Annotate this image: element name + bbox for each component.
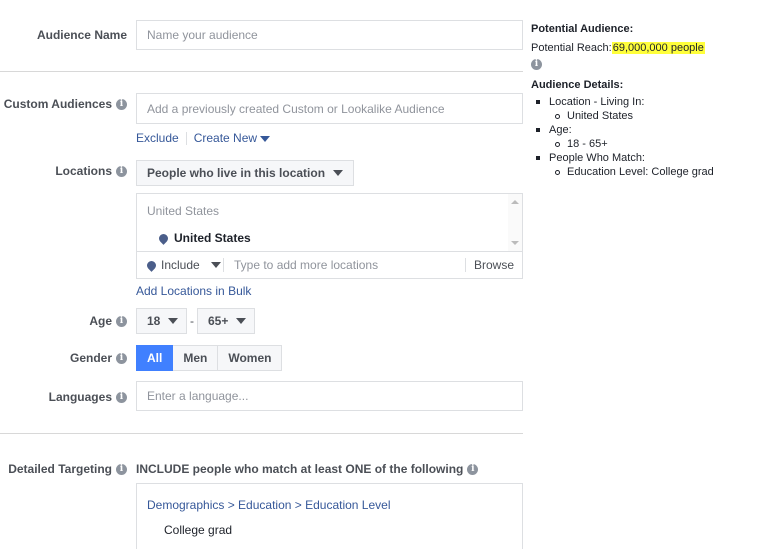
locations-box: United States United States Include Type… [136, 193, 523, 279]
location-pin-icon [145, 258, 158, 272]
location-search-input[interactable]: Type to add more locations [224, 258, 465, 272]
gender-selector: All Men Women [136, 345, 283, 371]
custom-audiences-input[interactable]: Add a previously created Custom or Looka… [136, 93, 523, 124]
detail-value: United States [531, 109, 761, 123]
include-dropdown[interactable]: Include [137, 258, 223, 272]
gender-women-button[interactable]: Women [218, 345, 283, 371]
languages-label: Languages i [49, 390, 127, 404]
info-icon[interactable]: i [116, 165, 127, 177]
audience-editor: Audience Name Name your audience Custom … [0, 0, 765, 549]
detail-value: 18 - 65+ [531, 137, 761, 151]
info-icon[interactable]: i [116, 315, 127, 327]
add-locations-bulk-link[interactable]: Add Locations in Bulk [136, 284, 251, 298]
detailed-targeting-box: Demographics > Education > Education Lev… [136, 483, 523, 549]
info-icon[interactable]: i [116, 98, 127, 110]
age-max-dropdown[interactable]: 65+ [197, 308, 255, 334]
reach-label: Potential Reach: [531, 42, 612, 54]
divider [0, 433, 523, 434]
scroll-down-icon[interactable] [511, 241, 519, 245]
gender-men-button[interactable]: Men [173, 345, 219, 371]
reach-value: 69,000,000 people [611, 42, 705, 54]
chevron-down-icon [210, 262, 221, 268]
age-separator: - [190, 314, 194, 328]
gender-label: Gender i [70, 351, 127, 365]
targeting-item[interactable]: College grad [164, 523, 232, 537]
chevron-down-icon [260, 135, 271, 142]
custom-audiences-label: Custom Audiences i [4, 97, 127, 111]
chevron-down-icon [333, 170, 344, 176]
location-pin-icon [157, 231, 170, 245]
scrollbar[interactable] [508, 194, 522, 251]
audience-summary-panel: Potential Audience: Potential Reach: 69,… [531, 23, 761, 179]
exclude-link[interactable]: Exclude [136, 131, 179, 145]
potential-audience-title: Potential Audience: [531, 23, 634, 35]
chevron-down-icon [236, 318, 247, 324]
languages-input[interactable]: Enter a language... [136, 381, 523, 411]
audience-name-input[interactable]: Name your audience [136, 20, 523, 50]
info-icon[interactable]: i [531, 59, 542, 70]
info-icon[interactable]: i [116, 463, 127, 475]
create-new-dropdown[interactable]: Create New [194, 131, 271, 145]
selected-location[interactable]: United States [157, 231, 251, 245]
targeting-breadcrumb[interactable]: Demographics > Education > Education Lev… [147, 498, 391, 512]
audience-details-list: Location - Living In: United States Age:… [531, 95, 761, 179]
age-min-dropdown[interactable]: 18 [136, 308, 187, 334]
detailed-targeting-label: Detailed Targeting i [8, 462, 127, 476]
detail-label: Age: [531, 123, 761, 137]
age-label: Age i [89, 314, 127, 328]
detail-label: People Who Match: [531, 151, 761, 165]
locations-label: Locations i [55, 164, 127, 178]
detail-value: Education Level: College grad [531, 165, 761, 179]
detailed-targeting-header: INCLUDE people who match at least ONE of… [136, 462, 479, 476]
audience-details-title: Audience Details: [531, 79, 624, 91]
location-type-dropdown[interactable]: People who live in this location [136, 160, 355, 186]
divider [0, 71, 523, 72]
location-group-header: United States [147, 204, 220, 218]
gender-all-button[interactable]: All [136, 345, 174, 371]
info-icon[interactable]: i [116, 391, 127, 403]
separator [185, 131, 187, 145]
potential-reach: Potential Reach: 69,000,000 people [531, 42, 761, 54]
info-icon[interactable]: i [467, 463, 479, 475]
browse-button[interactable]: Browse [464, 258, 522, 272]
info-icon[interactable]: i [116, 352, 127, 364]
chevron-down-icon [168, 318, 179, 324]
scroll-up-icon[interactable] [511, 200, 519, 204]
location-input-row: Include Type to add more locations Brows… [137, 251, 522, 278]
detail-label: Location - Living In: [531, 95, 761, 109]
audience-name-label: Audience Name [36, 28, 127, 42]
custom-audience-actions: Exclude Create New [136, 131, 271, 145]
